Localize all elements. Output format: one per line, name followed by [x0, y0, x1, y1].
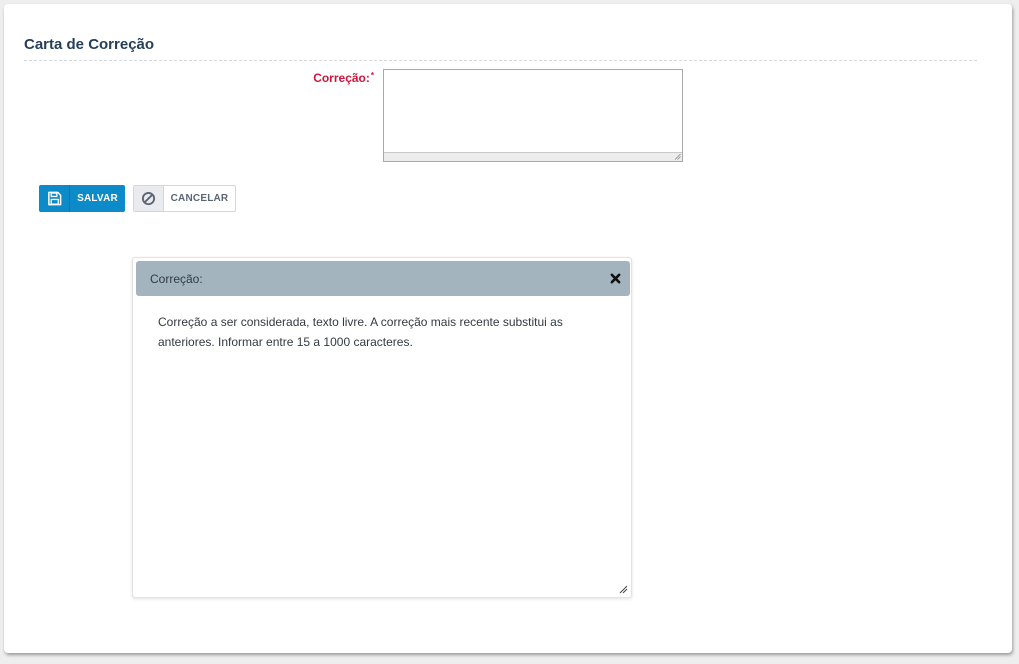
- correction-textarea-container: [383, 69, 683, 162]
- resize-grip-icon[interactable]: [674, 153, 681, 160]
- required-marker: *: [370, 71, 374, 80]
- page-title: Carta de Correção: [24, 36, 155, 53]
- help-popup-header: Correção:: [136, 261, 630, 296]
- title-divider: [24, 60, 977, 61]
- textarea-statusbar: [384, 152, 682, 161]
- help-popup: Correção: Correção a ser considerada, te…: [132, 257, 632, 598]
- ban-icon: [134, 186, 164, 211]
- correction-letter-panel: Carta de Correção Correção:* SALVAR CANC…: [4, 4, 1012, 653]
- correction-field-label: Correção:*: [204, 71, 374, 85]
- help-popup-text: Correção a ser considerada, texto livre.…: [158, 315, 563, 349]
- help-popup-title: Correção:: [150, 272, 203, 286]
- floppy-disk-icon: [39, 185, 70, 212]
- save-button-label: SALVAR: [77, 193, 118, 204]
- close-icon[interactable]: [608, 271, 622, 285]
- help-resize-grip-icon[interactable]: [618, 584, 628, 594]
- cancel-button[interactable]: CANCELAR: [133, 185, 236, 212]
- cancel-button-label: CANCELAR: [170, 193, 229, 204]
- correction-textarea[interactable]: [384, 70, 682, 152]
- correction-label-text: Correção:: [313, 71, 370, 85]
- save-button[interactable]: SALVAR: [39, 185, 125, 212]
